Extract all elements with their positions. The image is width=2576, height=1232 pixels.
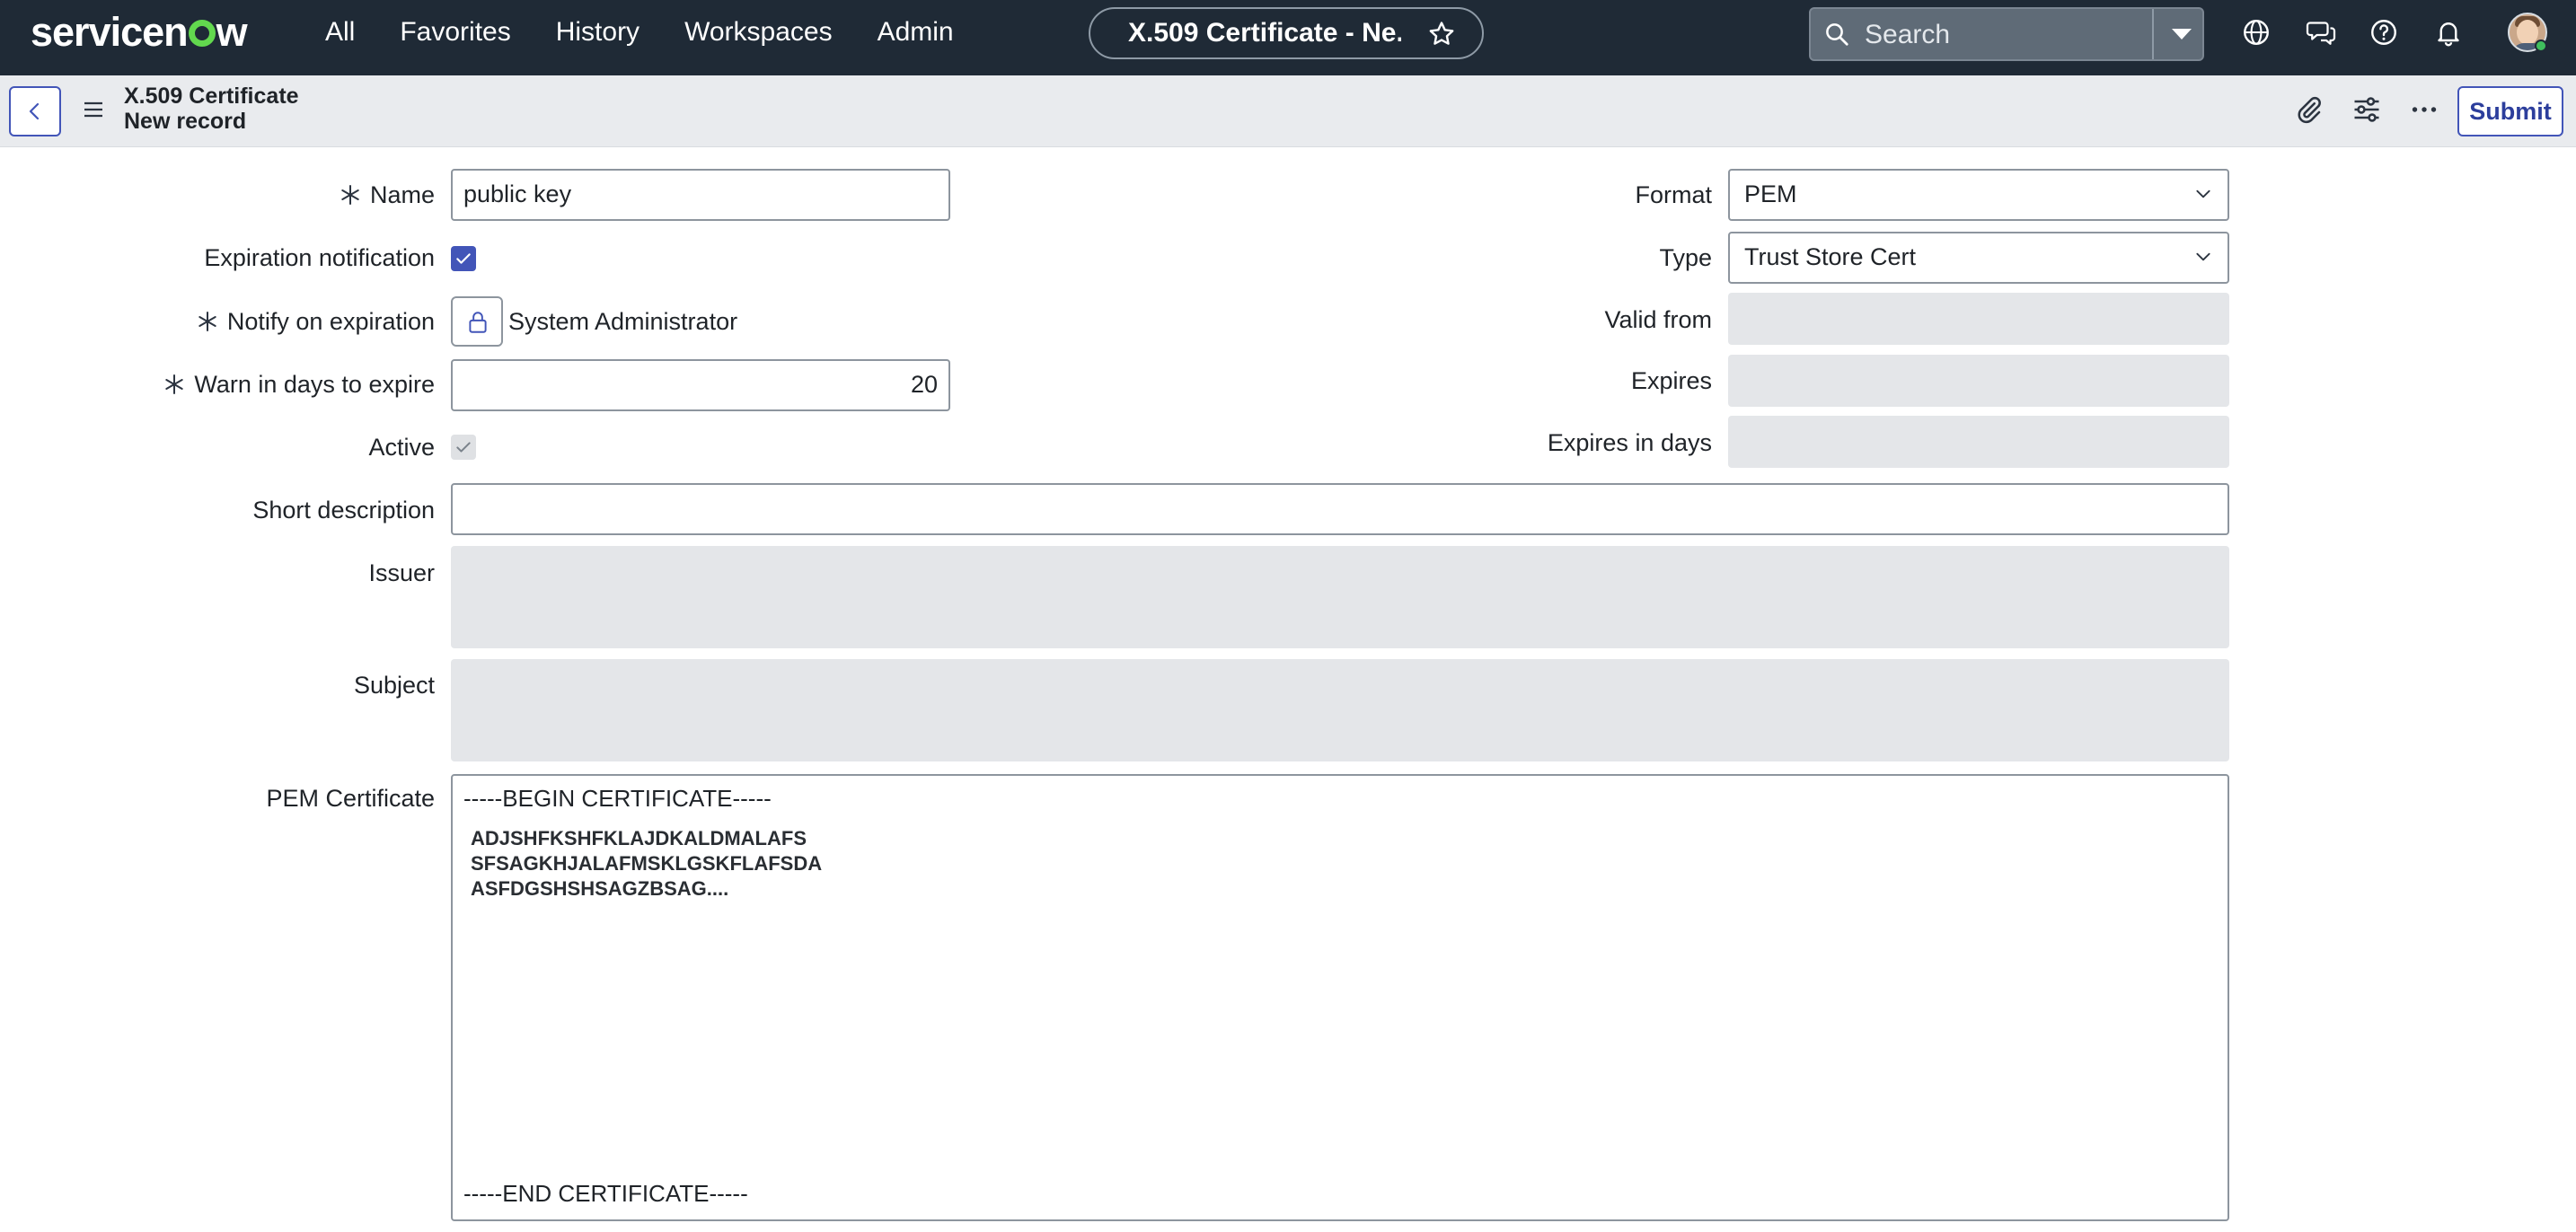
notify-on-expiration-value[interactable]: System Administrator — [508, 308, 737, 336]
pem-certificate-textarea[interactable]: -----BEGIN CERTIFICATE----- ADJSHFKSHFKL… — [451, 774, 2229, 1221]
checkmark-icon — [456, 442, 471, 453]
pem-end-line: -----END CERTIFICATE----- — [463, 1180, 748, 1207]
bell-icon[interactable] — [2432, 16, 2465, 48]
expires-field — [1728, 355, 2229, 407]
menu-workspaces[interactable]: Workspaces — [684, 0, 833, 65]
presence-status-dot — [2535, 40, 2547, 52]
subject-label: Subject — [353, 672, 435, 699]
format-label: Format — [1635, 181, 1712, 208]
expiration-notification-checkbox[interactable] — [451, 246, 476, 271]
warn-days-label: Warn in days to expire — [163, 371, 435, 399]
lock-icon — [469, 312, 487, 333]
notify-on-expiration-label: Notify on expiration — [197, 308, 435, 336]
required-asterisk-icon — [198, 312, 216, 331]
required-asterisk-icon — [341, 185, 359, 205]
format-value: PEM — [1744, 180, 1797, 207]
chevron-left-icon — [29, 102, 40, 120]
globe-icon[interactable] — [2240, 16, 2272, 48]
paperclip-icon[interactable] — [2292, 93, 2325, 126]
search-scope-dropdown-icon[interactable] — [2172, 29, 2192, 40]
record-header: X.509 Certificate New record Submit — [0, 75, 2576, 147]
active-label: Active — [368, 434, 435, 461]
valid-from-field — [1728, 293, 2229, 345]
warn-days-input[interactable]: 20 — [451, 359, 950, 411]
search-divider — [2152, 9, 2154, 59]
back-button[interactable] — [9, 86, 61, 136]
more-options-icon[interactable] — [2408, 93, 2440, 126]
context-title: X.509 Certificate - Ne... — [1128, 18, 1401, 48]
name-input[interactable]: public key — [451, 169, 950, 221]
pem-line: ADJSHFKSHFKLAJDKALDMALAFS — [471, 827, 807, 849]
search-placeholder: Search — [1865, 20, 1951, 49]
search-icon — [1826, 23, 1848, 46]
checkmark-icon — [456, 253, 471, 264]
menu-admin[interactable]: Admin — [878, 0, 954, 65]
logo-o-mark — [188, 20, 216, 47]
format-select[interactable]: PEM — [1728, 169, 2229, 221]
menu-favorites[interactable]: Favorites — [400, 0, 510, 65]
subject-field — [451, 659, 2229, 761]
required-asterisk-icon — [165, 374, 184, 394]
issuer-field — [451, 546, 2229, 648]
context-title-pill[interactable]: X.509 Certificate - Ne... — [1089, 7, 1484, 59]
help-icon[interactable] — [2368, 16, 2400, 48]
issuer-label: Issuer — [368, 559, 435, 586]
active-checkbox — [451, 435, 476, 460]
chevron-down-icon — [2196, 189, 2210, 198]
pem-line: SFSAGKHJALAFMSKLGSKFLAFSDA — [471, 852, 823, 875]
submit-button[interactable]: Submit — [2457, 86, 2563, 136]
unlock-field-button[interactable] — [451, 296, 503, 347]
pem-line: ASFDGSHSHSAGZBSAG.... — [471, 877, 729, 900]
pem-body: ADJSHFKSHFKLAJDKALDMALAFS SFSAGKHJALAFMS… — [471, 826, 822, 902]
menu-history[interactable]: History — [556, 0, 640, 65]
favorite-star-icon[interactable] — [1426, 19, 1457, 49]
name-label: Name — [340, 181, 435, 209]
type-value: Trust Store Cert — [1744, 243, 1917, 270]
record-subtitle: New record — [124, 109, 247, 134]
valid-from-label: Valid from — [1604, 306, 1712, 333]
servicenow-logo[interactable]: servicen w — [31, 9, 248, 56]
top-navigation-bar: servicen w All Favorites History Workspac… — [0, 0, 2576, 75]
expires-in-days-label: Expires in days — [1547, 429, 1712, 456]
pem-certificate-label: PEM Certificate — [266, 785, 435, 812]
expires-in-days-field — [1728, 416, 2229, 468]
record-title: X.509 Certificate — [124, 84, 299, 109]
type-select[interactable]: Trust Store Cert — [1728, 232, 2229, 284]
expiration-notification-label: Expiration notification — [204, 244, 435, 271]
menu-all[interactable]: All — [325, 0, 355, 65]
main-menu: All Favorites History Workspaces Admin — [325, 0, 999, 65]
global-search[interactable]: Search — [1809, 7, 2204, 61]
short-description-label: Short description — [252, 497, 435, 524]
short-description-input[interactable] — [451, 483, 2229, 535]
type-label: Type — [1659, 244, 1712, 271]
chat-icon[interactable] — [2305, 16, 2337, 48]
expires-label: Expires — [1630, 367, 1712, 394]
personalize-form-icon[interactable] — [2351, 93, 2383, 126]
pem-begin-line: -----BEGIN CERTIFICATE----- — [463, 785, 772, 812]
chevron-down-icon — [2196, 252, 2210, 261]
context-menu-icon[interactable] — [83, 101, 104, 119]
